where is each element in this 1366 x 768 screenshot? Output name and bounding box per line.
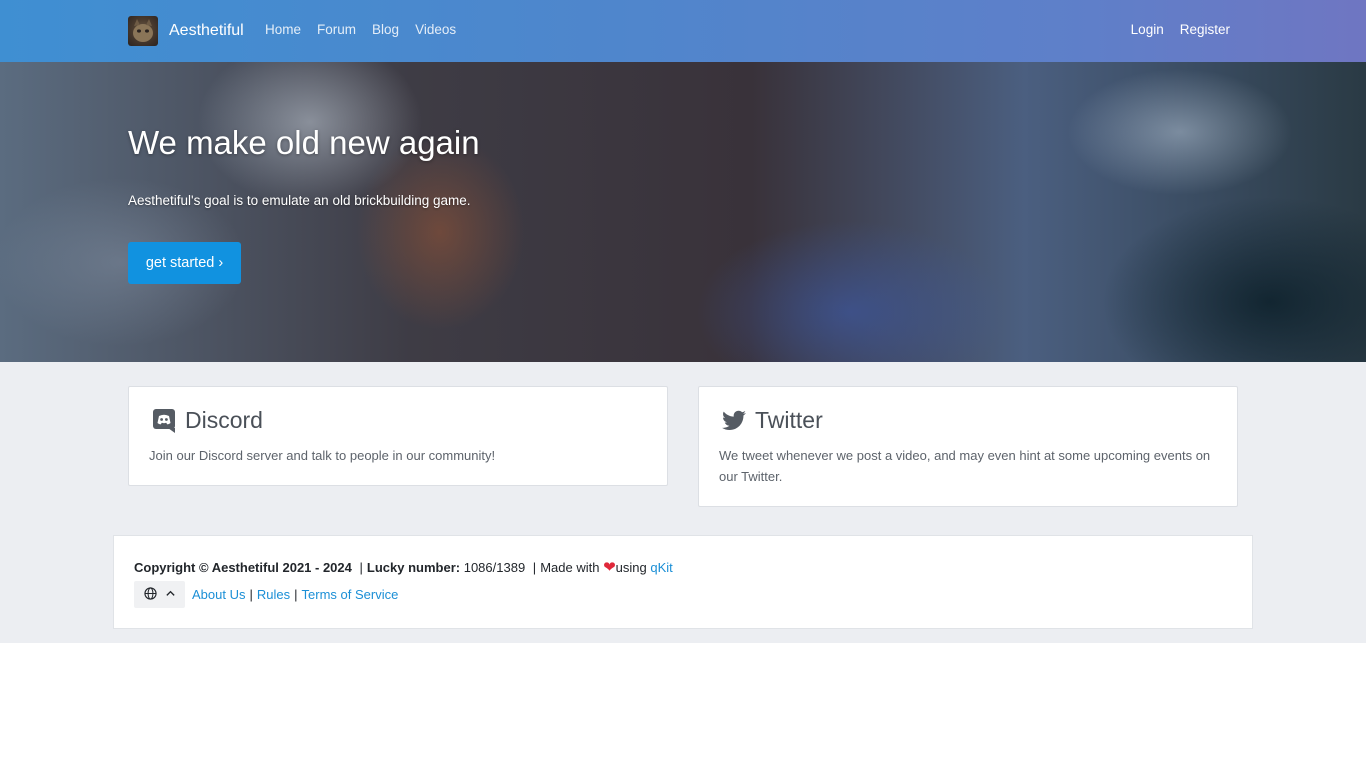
login-link[interactable]: Login [1131, 22, 1164, 37]
hero-subtitle: Aesthetiful's goal is to emulate an old … [128, 193, 471, 208]
separator: | [532, 560, 537, 575]
nav-links: Home Forum Blog Videos [265, 22, 456, 37]
nav-blog[interactable]: Blog [372, 22, 399, 37]
footer-links: About Us | Rules | Terms of Service [134, 581, 398, 608]
brand-logo [128, 16, 158, 46]
language-selector[interactable] [134, 581, 185, 608]
brand-link[interactable]: Aesthetiful [128, 16, 244, 46]
about-us-link[interactable]: About Us [192, 587, 245, 602]
twitter-card-header: Twitter [721, 407, 823, 434]
rules-link[interactable]: Rules [257, 587, 290, 602]
made-with-text: Made with [540, 560, 600, 575]
nav-home[interactable]: Home [265, 22, 301, 37]
heart-icon: ❤ [603, 559, 616, 576]
discord-card-header: Discord [151, 407, 263, 434]
hero-banner: We make old new again Aesthetiful's goal… [0, 62, 1366, 362]
footer-info: Copyright © Aesthetiful 2021 - 2024 | Luc… [134, 558, 673, 576]
separator: | [294, 587, 298, 602]
brand-name: Aesthetiful [169, 22, 244, 39]
qkit-link[interactable]: qKit [650, 560, 672, 575]
chevron-up-icon [165, 587, 176, 602]
copyright-text: Copyright © Aesthetiful 2021 - 2024 [134, 560, 352, 575]
discord-icon [151, 408, 177, 434]
get-started-button[interactable]: get started › [128, 242, 241, 284]
using-text: using [615, 560, 647, 575]
globe-icon [143, 586, 157, 603]
nav-videos[interactable]: Videos [415, 22, 456, 37]
nav-forum[interactable]: Forum [317, 22, 356, 37]
separator: | [249, 587, 253, 602]
discord-card[interactable]: Discord Join our Discord server and talk… [128, 386, 668, 486]
lucky-number-value: 1086/1389 [463, 560, 526, 575]
twitter-card[interactable]: Twitter We tweet whenever we post a vide… [698, 386, 1238, 507]
discord-card-text: Join our Discord server and talk to peop… [149, 448, 496, 463]
discord-card-title: Discord [185, 407, 263, 433]
twitter-card-title: Twitter [755, 407, 823, 433]
footer: Copyright © Aesthetiful 2021 - 2024 | Luc… [113, 535, 1253, 629]
terms-of-service-link[interactable]: Terms of Service [302, 587, 399, 602]
separator: | [359, 560, 363, 575]
nav-auth: Login Register [1131, 22, 1230, 37]
twitter-icon [721, 408, 747, 434]
register-link[interactable]: Register [1180, 22, 1230, 37]
lucky-number-label: Lucky number: [366, 560, 461, 575]
navbar: Aesthetiful Home Forum Blog Videos Login… [0, 0, 1366, 62]
twitter-card-text: We tweet whenever we post a video, and m… [719, 448, 1211, 484]
hero-title: We make old new again [128, 124, 480, 161]
